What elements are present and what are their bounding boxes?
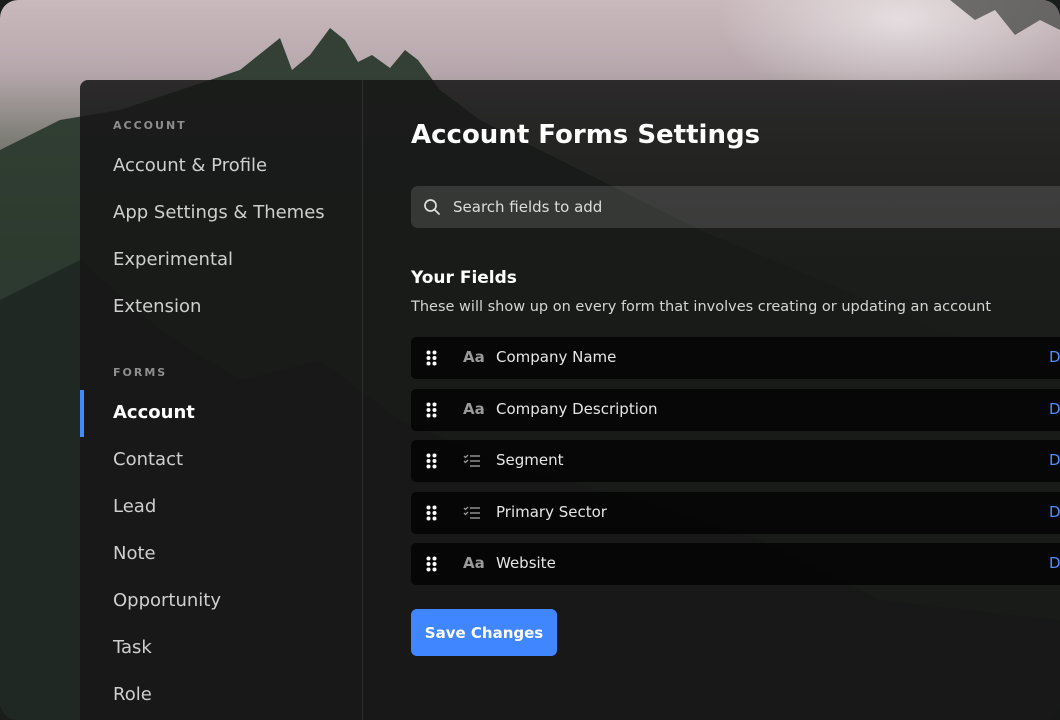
field-action-link[interactable]: D: [1049, 503, 1060, 521]
search-bar[interactable]: [411, 186, 1060, 228]
sidebar-item-account-profile[interactable]: Account & Profile: [113, 155, 267, 176]
list-type-icon: [463, 506, 480, 519]
text-type-icon: Aa: [463, 400, 485, 418]
drag-handle-icon[interactable]: [426, 402, 437, 418]
field-row-company-description[interactable]: Aa Company Description D: [411, 389, 1060, 431]
drag-handle-icon[interactable]: [426, 350, 437, 366]
field-action-link[interactable]: D: [1049, 400, 1060, 418]
sidebar-item-contact[interactable]: Contact: [113, 449, 183, 470]
text-type-icon: Aa: [463, 348, 485, 366]
field-row-website[interactable]: Aa Website D: [411, 543, 1060, 585]
sidebar-item-role[interactable]: Role: [113, 684, 152, 705]
field-row-primary-sector[interactable]: Primary Sector D: [411, 492, 1060, 534]
sidebar: ACCOUNT Account & Profile App Settings &…: [80, 80, 363, 720]
field-label: Company Name: [496, 348, 617, 366]
drag-handle-icon[interactable]: [426, 556, 437, 572]
field-label: Segment: [496, 451, 564, 469]
search-input[interactable]: [451, 197, 1055, 217]
field-action-link[interactable]: D: [1049, 451, 1060, 469]
settings-panel: ACCOUNT Account & Profile App Settings &…: [80, 80, 1060, 720]
field-label: Company Description: [496, 400, 658, 418]
main-content: Account Forms Settings Your Fields These…: [362, 80, 1060, 720]
your-fields-title: Your Fields: [411, 268, 517, 288]
drag-handle-icon[interactable]: [426, 505, 437, 521]
field-row-segment[interactable]: Segment D: [411, 440, 1060, 482]
search-icon: [424, 199, 440, 215]
field-label: Website: [496, 554, 556, 572]
field-label: Primary Sector: [496, 503, 607, 521]
sidebar-item-opportunity[interactable]: Opportunity: [113, 590, 221, 611]
your-fields-description: These will show up on every form that in…: [411, 299, 992, 315]
active-indicator: [80, 390, 84, 437]
sidebar-item-lead[interactable]: Lead: [113, 496, 156, 517]
sidebar-item-experimental[interactable]: Experimental: [113, 249, 233, 270]
sidebar-item-app-settings-themes[interactable]: App Settings & Themes: [113, 202, 325, 223]
sidebar-item-extension[interactable]: Extension: [113, 296, 201, 317]
field-action-link[interactable]: D: [1049, 554, 1060, 572]
forms-section-title: FORMS: [113, 366, 168, 379]
sidebar-item-forms-account[interactable]: Account: [113, 402, 195, 423]
text-type-icon: Aa: [463, 554, 485, 572]
sidebar-item-task[interactable]: Task: [113, 637, 152, 658]
save-changes-button[interactable]: Save Changes: [411, 609, 557, 656]
sidebar-item-note[interactable]: Note: [113, 543, 156, 564]
drag-handle-icon[interactable]: [426, 453, 437, 469]
field-row-company-name[interactable]: Aa Company Name D: [411, 337, 1060, 379]
page-title: Account Forms Settings: [411, 120, 761, 150]
list-type-icon: [463, 454, 480, 467]
account-section-title: ACCOUNT: [113, 119, 187, 132]
field-action-link[interactable]: D: [1049, 348, 1060, 366]
